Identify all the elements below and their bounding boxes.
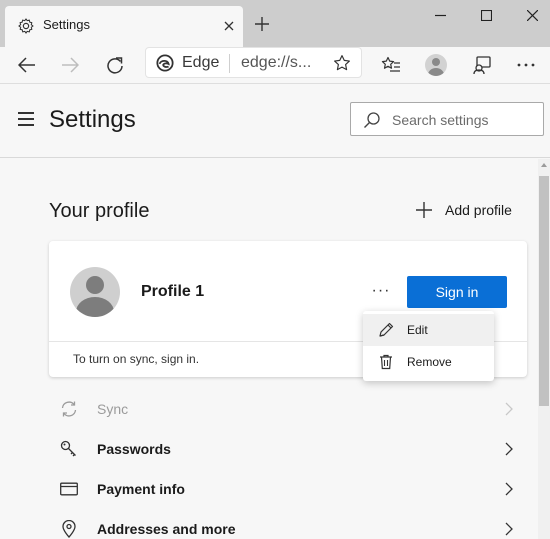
profile-more-button[interactable]: ··· [369,281,393,301]
row-payment-info[interactable]: Payment info [49,470,527,508]
chevron-right-icon [505,442,513,456]
row-label: Passwords [97,441,171,457]
tab-title: Settings [43,17,90,32]
search-input[interactable]: Search settings [350,102,544,136]
address-separator [229,54,230,73]
forward-button[interactable] [54,49,86,81]
menu-hamburger-icon[interactable] [18,112,36,126]
row-label: Payment info [97,481,185,497]
chevron-right-icon [505,402,513,416]
settings-header: Settings Search settings [0,85,550,158]
new-tab-button[interactable] [251,13,273,35]
credit-card-icon [59,479,79,499]
chevron-right-icon [505,522,513,536]
title-bar: Settings [0,0,550,47]
feedback-button[interactable] [466,49,498,81]
edge-logo-icon [156,54,174,72]
gear-icon [18,18,34,34]
tab-settings[interactable]: Settings [5,6,243,47]
sync-icon [59,399,79,419]
row-passwords[interactable]: Passwords [49,430,527,468]
sync-hint-text: To turn on sync, sign in. [73,352,200,366]
back-button[interactable] [11,49,43,81]
avatar [425,54,447,76]
profile-context-menu: Edit Remove [363,311,494,381]
avatar [70,267,120,317]
location-pin-icon [59,519,79,539]
pencil-icon [377,321,395,339]
row-sync[interactable]: Sync [49,390,527,428]
menu-item-label: Edit [407,323,428,337]
row-label: Addresses and more [97,521,236,537]
search-placeholder: Search settings [392,112,489,128]
browser-toolbar: Edge edge://s... [0,47,550,84]
page-title: Settings [49,106,136,133]
favorite-star-icon[interactable] [332,53,352,73]
refresh-button[interactable] [99,49,131,81]
menu-item-edit[interactable]: Edit [363,314,494,346]
add-profile-label: Add profile [445,202,512,218]
menu-item-label: Remove [407,355,452,369]
url-text[interactable]: edge://s... [241,54,311,72]
section-title: Your profile [49,200,150,222]
minimize-button[interactable] [429,4,451,26]
row-addresses[interactable]: Addresses and more [49,510,527,539]
favorites-button[interactable] [375,49,407,81]
add-profile-button[interactable]: Add profile [415,199,512,221]
scroll-up-arrow-icon[interactable] [541,163,547,167]
more-options-button[interactable] [510,49,542,81]
profile-button[interactable] [420,49,452,81]
scrollbar-thumb[interactable] [539,176,549,406]
close-tab-icon[interactable] [220,17,238,35]
maximize-button[interactable] [475,4,497,26]
site-identity-label: Edge [182,54,220,71]
key-icon [59,439,79,459]
close-window-button[interactable] [521,4,543,26]
row-label: Sync [97,401,129,417]
sign-in-button[interactable]: Sign in [407,276,507,308]
trash-icon [377,353,395,371]
scrollbar[interactable] [538,159,550,539]
menu-item-remove[interactable]: Remove [363,346,494,378]
search-icon [364,112,380,128]
plus-icon [416,202,432,218]
chevron-right-icon [505,482,513,496]
address-bar[interactable]: Edge edge://s... [145,47,362,78]
profile-name: Profile 1 [141,283,205,300]
